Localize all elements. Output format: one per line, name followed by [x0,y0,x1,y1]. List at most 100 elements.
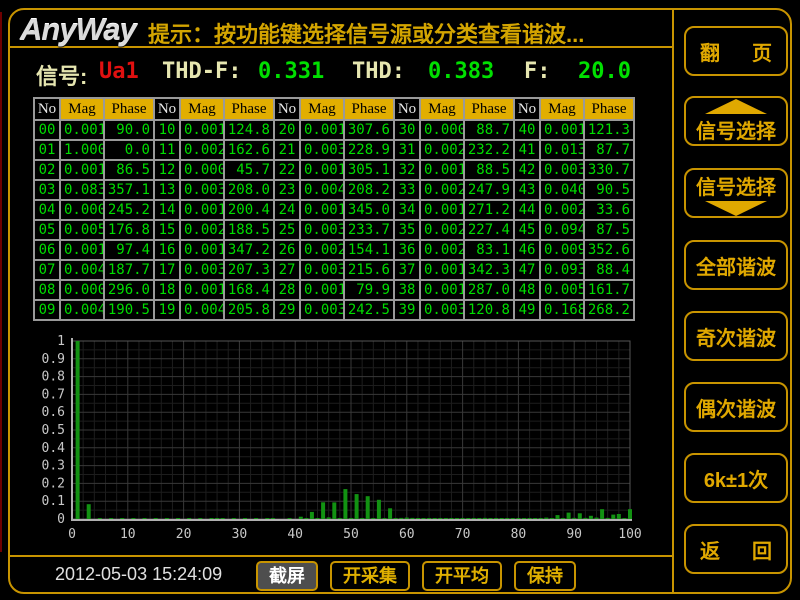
cell-mag: 0.003 [181,181,223,199]
harmonic-bar [472,518,476,519]
y-tick-label: 0.9 [42,352,65,367]
cell-phase: 287.0 [465,281,513,299]
action-buttons: 截屏开采集开平均保持 [256,561,576,591]
cell-phase: 88.4 [585,261,633,279]
harmonic-bar [254,518,258,519]
sidebar-button-even-harmonics[interactable]: 偶次谐波 [684,382,788,432]
cell-phase: 87.7 [585,141,633,159]
harmonic-bar [505,518,509,519]
action-button-start-average[interactable]: 开平均 [422,561,502,591]
harmonic-bar [583,518,587,519]
harmonic-bar [343,489,347,519]
cell-phase: 190.5 [105,301,153,319]
thd-value: 0.383 [428,59,494,84]
action-button-start-acquire[interactable]: 开采集 [330,561,410,591]
cell-harmonic-no: 03 [35,181,59,199]
harmonic-bar [477,518,481,519]
y-tick-label: 0 [57,512,65,527]
cell-phase: 271.2 [465,201,513,219]
harmonic-bar [304,518,308,519]
cell-harmonic-no: 41 [515,141,539,159]
cell-mag: 0.001 [181,201,223,219]
harmonic-bar [360,518,364,519]
sidebar-divider [672,9,674,593]
action-button-hold[interactable]: 保持 [514,561,576,591]
col-header-no: No [155,99,179,119]
action-button-screenshot[interactable]: 截屏 [256,561,318,591]
arrow-up-icon [705,99,767,114]
harmonic-bar [232,518,236,519]
harmonic-bar [550,518,554,519]
col-header-mag: Mag [301,99,343,119]
harmonic-bar [528,518,532,519]
cell-mag: 0.000 [61,201,103,219]
hint-text: 提示：按功能键选择信号源或分类查看谐波... [148,17,584,49]
cell-phase: 176.8 [105,221,153,239]
cell-phase: 0.0 [105,141,153,159]
analyzer-screen: AnyWay 提示：按功能键选择信号源或分类查看谐波... 信号: Ua1 TH… [0,0,800,600]
cell-harmonic-no: 27 [275,261,299,279]
cell-mag: 0.001 [421,161,463,179]
cell-phase: 33.6 [585,201,633,219]
cell-harmonic-no: 09 [35,301,59,319]
harmonic-bar [198,518,202,519]
cell-harmonic-no: 24 [275,201,299,219]
col-header-mag: Mag [541,99,583,119]
cell-harmonic-no: 08 [35,281,59,299]
cell-phase: 268.2 [585,301,633,319]
cell-phase: 188.5 [225,221,273,239]
cell-phase: 242.5 [345,301,393,319]
cell-phase: 187.7 [105,261,153,279]
cell-harmonic-no: 25 [275,221,299,239]
sidebar-button-6k1-harmonics[interactable]: 6k±1次 [684,453,788,503]
harmonic-bar [221,518,225,519]
cell-phase: 162.6 [225,141,273,159]
cell-harmonic-no: 46 [515,241,539,259]
cell-phase: 347.2 [225,241,273,259]
cell-mag: 0.003 [541,161,583,179]
sidebar-button-signal-select-up[interactable]: 信号选择 [684,96,788,146]
freq-label: F: [524,59,551,84]
harmonic-bar [427,518,431,519]
harmonic-bar [120,518,124,519]
harmonic-bar [578,513,582,519]
cell-harmonic-no: 14 [155,201,179,219]
sidebar-button-signal-select-down[interactable]: 信号选择 [684,168,788,218]
screen-edge-artifact [0,12,2,552]
sidebar-button-odd-harmonics[interactable]: 奇次谐波 [684,311,788,361]
col-header-mag: Mag [181,99,223,119]
cell-harmonic-no: 31 [395,141,419,159]
harmonic-bar [533,518,537,519]
harmonic-bar [511,518,515,519]
x-tick-label: 10 [120,527,136,542]
sidebar-button-return[interactable]: 返回 [684,524,788,574]
harmonic-bar [438,518,442,519]
harmonic-bar [516,518,520,519]
harmonic-bar [405,518,409,519]
harmonic-bar [383,518,387,519]
cell-harmonic-no: 42 [515,161,539,179]
cell-harmonic-no: 38 [395,281,419,299]
button-label: 信号选择 [696,115,776,144]
cell-mag: 0.001 [181,241,223,259]
harmonic-bar [327,517,331,519]
harmonic-bar [628,509,632,519]
cell-harmonic-no: 39 [395,301,419,319]
cell-mag: 0.001 [301,201,343,219]
cell-harmonic-no: 07 [35,261,59,279]
harmonic-bar [349,518,353,519]
x-tick-label: 30 [232,527,248,542]
sidebar-button-page-turn[interactable]: 翻页 [684,26,788,76]
cell-mag: 0.083 [61,181,103,199]
cell-phase: 88.5 [465,161,513,179]
sidebar-button-all-harmonics[interactable]: 全部谐波 [684,240,788,290]
harmonic-bar [87,504,91,519]
cell-phase: 161.7 [585,281,633,299]
signal-name[interactable]: Ua1 [99,59,139,84]
cell-harmonic-no: 47 [515,261,539,279]
cell-phase: 154.1 [345,241,393,259]
cell-mag: 0.000 [421,121,463,139]
y-tick-label: 0.4 [42,441,66,456]
cell-mag: 0.001 [61,121,103,139]
cell-harmonic-no: 06 [35,241,59,259]
